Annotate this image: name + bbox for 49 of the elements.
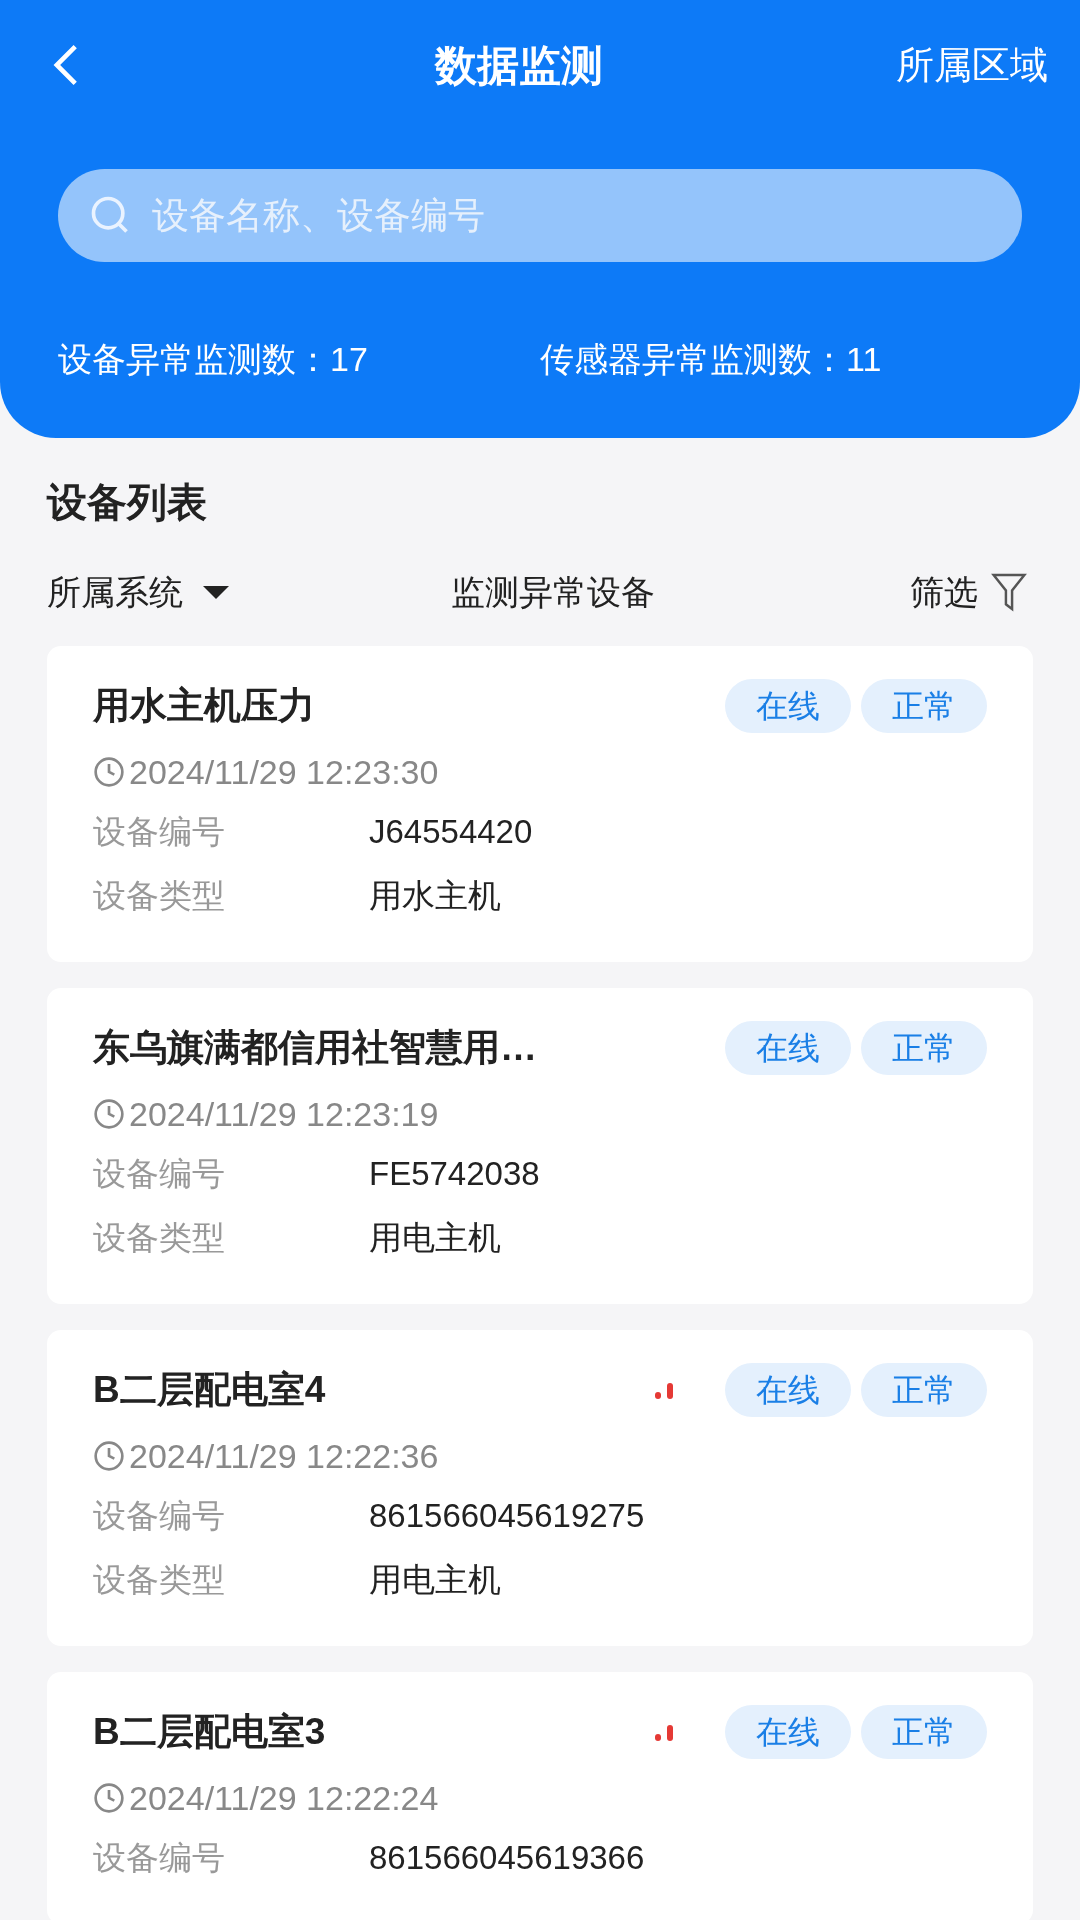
status-tag: 在线 — [725, 1363, 851, 1417]
stat-text: 设备异常监测数：17 — [58, 339, 369, 380]
filter-button[interactable]: 筛选 — [910, 566, 1028, 618]
field-label: 设备类型 — [93, 876, 226, 917]
field-value: 用电主机 — [369, 1218, 501, 1259]
status-tag: 正常 — [861, 1021, 987, 1075]
stat-text: 传感器异常监测数：11 — [540, 339, 882, 380]
update-time: 2024/11/29 12:23:19 — [129, 1093, 439, 1135]
field-label: 设备编号 — [93, 1496, 226, 1537]
device-card[interactable]: B二层配电室3 在线 正常 2024/11/29 12:22:24 设备编号 861566045619366 — [47, 1672, 1033, 1920]
device-name: 东乌旗满都信用社智慧用… — [93, 1026, 538, 1071]
device-card[interactable]: B二层配电室4 在线 正常 2024/11/29 12:22:36 设备编号 861566045619275 设备类型 用电主机 — [47, 1330, 1033, 1646]
field-value: 用电主机 — [369, 1560, 501, 1601]
status-tag: 正常 — [861, 1705, 987, 1759]
field-value: FE5742038 — [369, 1154, 540, 1195]
field-value: J64554420 — [369, 812, 533, 853]
page-title: 数据监测 — [435, 40, 603, 91]
field-value: 用水主机 — [369, 876, 501, 917]
update-time: 2024/11/29 12:22:24 — [129, 1777, 439, 1819]
device-card[interactable]: 东乌旗满都信用社智慧用… 在线 正常 2024/11/29 12:23:19 设备编号 FE5742038 设备类型 用电主机 — [47, 988, 1033, 1304]
abnormal-devices-tab[interactable]: 监测异常设备 — [450, 566, 655, 618]
search-field[interactable]: 设备名称、设备编号 — [58, 169, 1022, 262]
field-label: 设备编号 — [93, 812, 226, 853]
update-time: 2024/11/29 12:23:30 — [129, 751, 439, 793]
field-label: 设备编号 — [93, 1154, 226, 1195]
clock-icon — [93, 1098, 125, 1130]
status-tag: 在线 — [725, 1021, 851, 1075]
section-title: 设备列表 — [47, 479, 208, 526]
device-card[interactable]: 用水主机压力 在线 正常 2024/11/29 12:23:30 设备编号 J64554420 设备类型 用水主机 — [47, 646, 1033, 962]
filter-icon — [990, 572, 1028, 612]
system-dropdown[interactable]: 所属系统 — [47, 566, 231, 618]
clock-icon — [93, 1440, 125, 1472]
field-value: 861566045619275 — [369, 1496, 645, 1537]
field-label: 设备类型 — [93, 1560, 226, 1601]
device-name: B二层配电室4 — [93, 1368, 327, 1413]
field-value: 861566045619366 — [369, 1838, 645, 1879]
clock-icon — [93, 756, 125, 788]
status-tag: 在线 — [725, 679, 851, 733]
caret-icon — [201, 584, 231, 600]
update-time: 2024/11/29 12:22:36 — [129, 1435, 439, 1477]
field-label: 设备编号 — [93, 1838, 226, 1879]
status-tag: 正常 — [861, 679, 987, 733]
clock-icon — [93, 1782, 125, 1814]
status-tag: 在线 — [725, 1705, 851, 1759]
device-name: B二层配电室3 — [93, 1710, 327, 1755]
region-button[interactable]: 所属区域 — [896, 36, 1048, 94]
field-label: 设备类型 — [93, 1218, 226, 1259]
device-name: 用水主机压力 — [93, 684, 316, 729]
status-tag: 正常 — [861, 1363, 987, 1417]
